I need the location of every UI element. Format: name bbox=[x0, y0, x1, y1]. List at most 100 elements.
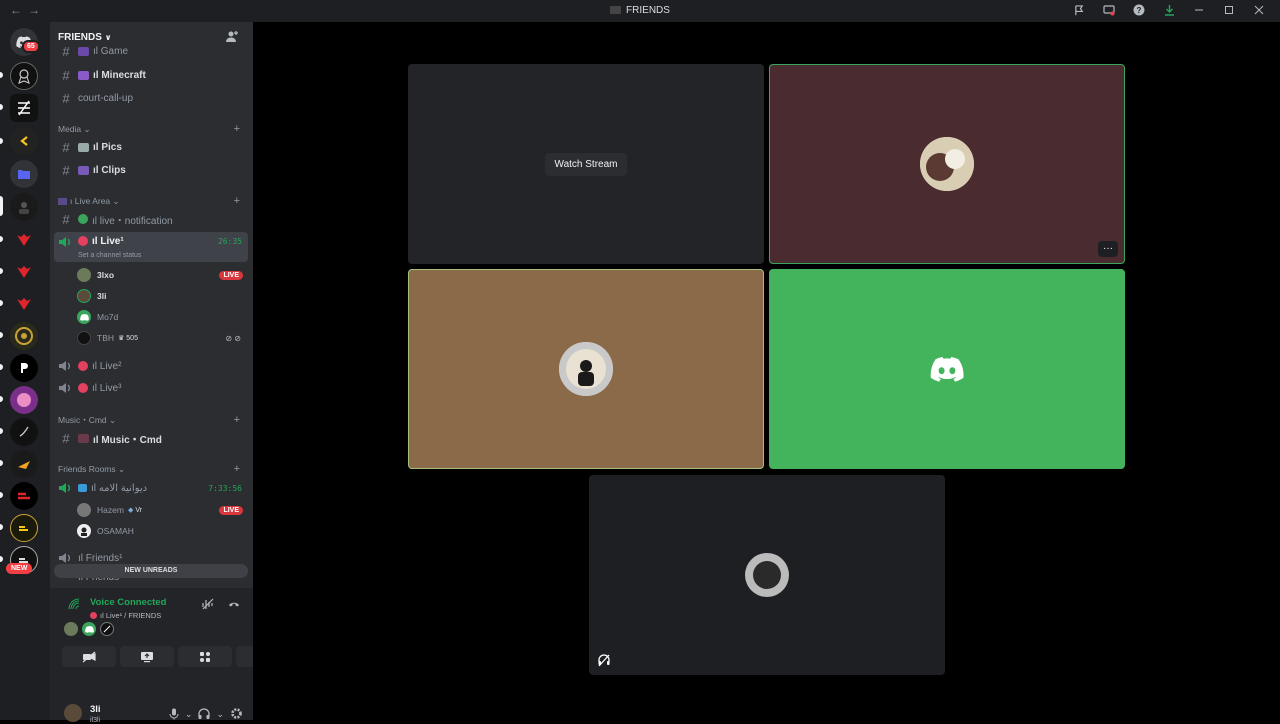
folder-icon[interactable] bbox=[10, 160, 38, 188]
avatar[interactable] bbox=[64, 622, 78, 636]
screen-share-button[interactable] bbox=[120, 646, 174, 667]
voice-status[interactable]: Voice Connected bbox=[90, 597, 166, 608]
voice-connection-panel: Voice Connected ıl Live¹ / FRIENDS bbox=[50, 588, 290, 698]
window-title-text: FRIENDS bbox=[626, 5, 670, 16]
participant-tile-speaking[interactable]: ··· bbox=[769, 64, 1125, 264]
participant-avatar bbox=[559, 342, 613, 396]
server-icon-c[interactable] bbox=[10, 127, 38, 155]
help-icon[interactable]: ? bbox=[1132, 3, 1146, 17]
unread-pill bbox=[0, 556, 3, 562]
chevron-down-icon[interactable]: ⌄ bbox=[185, 709, 193, 720]
add-channel-icon[interactable]: + bbox=[234, 195, 240, 207]
server-icon-friends[interactable] bbox=[10, 193, 38, 221]
category-media[interactable]: Media ⌄ + bbox=[58, 122, 248, 136]
channel-minecraft[interactable]: # ıl Minecraft bbox=[54, 65, 248, 85]
member-3lxo[interactable]: 3lxo LIVE bbox=[77, 265, 247, 285]
chevron-down-icon[interactable]: ⌄ bbox=[216, 709, 224, 720]
add-channel-icon[interactable]: + bbox=[234, 463, 240, 475]
server-icon-red-shield[interactable] bbox=[10, 226, 38, 254]
camera-off-button[interactable] bbox=[62, 646, 116, 667]
deafened-avatar-icon[interactable] bbox=[100, 622, 114, 636]
channel-game[interactable]: # ıl Game bbox=[54, 44, 248, 58]
participant-tile-tan[interactable] bbox=[408, 269, 764, 469]
avatar bbox=[77, 289, 91, 303]
server-icon-sf[interactable] bbox=[10, 482, 38, 510]
category-live-area[interactable]: ı Live Area ⌄ + bbox=[58, 194, 248, 208]
live-dot-icon bbox=[78, 361, 88, 371]
member-3li[interactable]: 3li bbox=[77, 286, 247, 306]
member-hazem[interactable]: Hazem ◆ Vr LIVE bbox=[77, 500, 247, 520]
channel-pics[interactable]: # ıl Pics bbox=[54, 137, 248, 157]
category-label: Media bbox=[58, 124, 82, 134]
microphone-icon[interactable] bbox=[169, 708, 179, 722]
stream-tile[interactable]: Watch Stream bbox=[408, 64, 764, 264]
voice-participants bbox=[64, 622, 114, 636]
voice-channel-live-2[interactable]: ıl Live² bbox=[54, 356, 248, 376]
server-icon-flame[interactable] bbox=[10, 450, 38, 478]
server-icon-pink[interactable] bbox=[10, 386, 38, 414]
watch-stream-button[interactable]: Watch Stream bbox=[544, 152, 628, 176]
server-thumb-icon bbox=[610, 6, 622, 14]
add-channel-icon[interactable]: + bbox=[234, 414, 240, 426]
noise-suppression-icon[interactable] bbox=[201, 597, 215, 611]
unread-count-badge: 65 bbox=[22, 40, 40, 53]
server-icon-red-shield-3[interactable] bbox=[10, 290, 38, 318]
activities-button[interactable] bbox=[178, 646, 232, 667]
maximize-icon[interactable] bbox=[1222, 3, 1236, 17]
server-icon-red-shield-2[interactable] bbox=[10, 258, 38, 286]
member-tag-text: 505 bbox=[126, 334, 138, 342]
voice-channel-arabic[interactable]: ıl ديوانية الامه 7:33:56 bbox=[54, 478, 248, 498]
server-icon-medal[interactable] bbox=[10, 62, 38, 90]
crown-icon: ♛ bbox=[118, 335, 125, 342]
channel-label: ıl Game bbox=[93, 45, 129, 57]
more-options-button[interactable]: ··· bbox=[1098, 241, 1118, 257]
voice-stage: Watch Stream ··· bbox=[253, 22, 1280, 720]
muted-deafened-icon: ⊘ ⊘ bbox=[225, 333, 241, 343]
discord-avatar-icon[interactable] bbox=[82, 622, 96, 636]
member-tag: ◆ Vr bbox=[128, 506, 142, 515]
speaker-icon bbox=[58, 382, 74, 394]
channel-status[interactable]: Set a channel status bbox=[78, 252, 141, 259]
chevron-down-icon: ⌄ bbox=[109, 414, 117, 425]
signal-icon[interactable] bbox=[68, 598, 80, 610]
category-friends-rooms[interactable]: Friends Rooms ⌄ + bbox=[58, 462, 248, 476]
channel-clips[interactable]: # ıl Clips bbox=[54, 160, 248, 180]
participant-tile-dark[interactable] bbox=[589, 475, 945, 675]
download-icon[interactable] bbox=[1162, 3, 1176, 17]
headphones-icon[interactable] bbox=[198, 707, 211, 722]
category-music-cmd[interactable]: Music・Cmd ⌄ + bbox=[58, 413, 248, 427]
channel-live-notification[interactable]: # ıl live・notification bbox=[54, 209, 248, 229]
member-tbh[interactable]: TBH ♛ 505 ⊘ ⊘ bbox=[77, 328, 247, 348]
server-icon-stripes[interactable] bbox=[10, 94, 38, 122]
member-name: Mo7d bbox=[97, 312, 119, 322]
member-mo7d[interactable]: Mo7d bbox=[77, 307, 247, 327]
channel-court-call-up[interactable]: # court-call-up bbox=[54, 88, 248, 108]
category-label: ı Live Area bbox=[70, 196, 111, 206]
member-name: TBH bbox=[97, 333, 114, 343]
channel-music-cmd[interactable]: # ıl Music・Cmd bbox=[54, 428, 248, 448]
close-icon[interactable] bbox=[1252, 3, 1266, 17]
add-channel-icon[interactable]: + bbox=[234, 123, 240, 135]
server-icon-sf-gold[interactable] bbox=[10, 514, 38, 542]
user-name[interactable]: 3li bbox=[90, 704, 101, 715]
disconnect-icon[interactable] bbox=[227, 597, 241, 611]
minimize-icon[interactable] bbox=[1192, 3, 1206, 17]
add-user-icon[interactable] bbox=[225, 30, 239, 44]
avatar bbox=[77, 524, 91, 538]
server-icon-gold-emblem[interactable] bbox=[10, 322, 38, 350]
new-unreads-bar[interactable]: NEW UNREADS bbox=[54, 564, 248, 578]
voice-channel-path[interactable]: ıl Live¹ / FRIENDS bbox=[90, 611, 161, 620]
voice-channel-live-3[interactable]: ıl Live³ bbox=[54, 378, 248, 398]
server-icon-p[interactable] bbox=[10, 354, 38, 382]
discord-avatar-icon bbox=[77, 310, 91, 324]
member-osamah[interactable]: OSAMAH bbox=[77, 521, 247, 541]
server-icon-script[interactable] bbox=[10, 418, 38, 446]
participant-tile-green[interactable] bbox=[769, 269, 1125, 469]
new-servers-badge[interactable]: NEW bbox=[6, 563, 33, 574]
user-avatar[interactable] bbox=[64, 704, 82, 722]
screen-share-icon[interactable] bbox=[1102, 3, 1116, 17]
voice-channel-live-1[interactable]: ıl Live¹ 26:35 Set a channel status bbox=[54, 232, 248, 262]
channel-label: ıl live・notification bbox=[92, 215, 173, 227]
unread-pill bbox=[0, 364, 3, 370]
flag-icon[interactable] bbox=[1072, 3, 1086, 17]
